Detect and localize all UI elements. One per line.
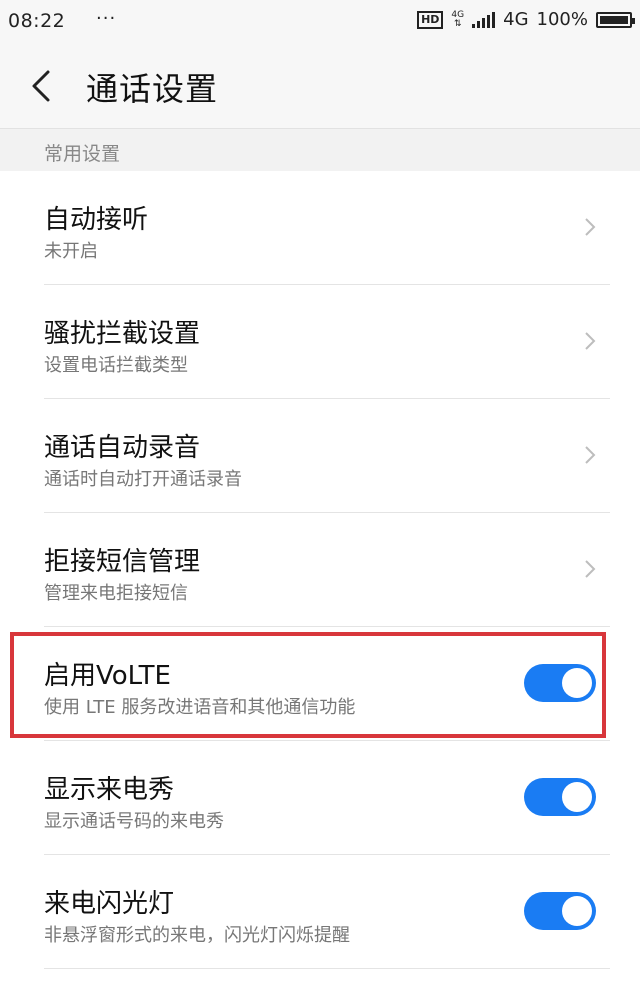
status-time: 08:22 <box>8 10 66 32</box>
setting-title: 自动接听 <box>44 205 149 235</box>
section-label: 常用设置 <box>44 143 121 165</box>
setting-title: 启用VoLTE <box>44 661 171 691</box>
page-title: 通话设置 <box>86 70 219 108</box>
setting-row-caller-show: 显示来电秀 显示通话号码的来电秀 <box>0 741 640 855</box>
chevron-right-icon <box>585 446 596 464</box>
toggle-knob <box>562 782 592 812</box>
setting-row-auto-answer[interactable]: 自动接听 未开启 <box>0 171 640 285</box>
flash-alert-toggle[interactable] <box>524 892 596 930</box>
status-bar: 08:22 ··· HD 4G ⇅ 4G 100% <box>0 0 640 44</box>
data-arrows-icon: ⇅ <box>454 18 462 29</box>
chevron-right-icon <box>585 218 596 236</box>
caller-show-toggle[interactable] <box>524 778 596 816</box>
chevron-right-icon <box>585 332 596 350</box>
toggle-knob <box>562 668 592 698</box>
setting-subtitle: 通话时自动打开通话录音 <box>44 469 242 490</box>
setting-subtitle: 非悬浮窗形式的来电，闪光灯闪烁提醒 <box>44 925 350 946</box>
setting-title: 骚扰拦截设置 <box>44 319 201 349</box>
setting-row-harassment-block[interactable]: 骚扰拦截设置 设置电话拦截类型 <box>0 285 640 399</box>
setting-subtitle: 未开启 <box>44 241 98 262</box>
setting-subtitle: 管理来电拒接短信 <box>44 583 188 604</box>
network-small-icon: 4G ⇅ <box>451 10 464 29</box>
signal-icon <box>472 11 496 28</box>
setting-row-reject-sms[interactable]: 拒接短信管理 管理来电拒接短信 <box>0 513 640 627</box>
setting-subtitle: 设置电话拦截类型 <box>44 355 188 376</box>
setting-subtitle: 显示通话号码的来电秀 <box>44 811 224 832</box>
setting-title: 显示来电秀 <box>44 775 175 805</box>
setting-row-volte: 启用VoLTE 使用 LTE 服务改进语音和其他通信功能 <box>0 627 640 741</box>
hd-icon: HD <box>417 10 444 29</box>
call-settings-screen: 08:22 ··· HD 4G ⇅ 4G 100% 通话设置 常用设置 自动接听… <box>0 0 640 988</box>
setting-title: 来电闪光灯 <box>44 889 175 919</box>
battery-icon <box>596 11 635 28</box>
volte-toggle[interactable] <box>524 664 596 702</box>
setting-row-flash-alert: 来电闪光灯 非悬浮窗形式的来电，闪光灯闪烁提醒 <box>0 855 640 969</box>
app-header: 通话设置 <box>0 44 640 129</box>
status-icons: HD 4G ⇅ 4G 100% <box>417 9 635 30</box>
notification-dots-icon: ··· <box>96 8 117 29</box>
setting-title: 拒接短信管理 <box>44 547 201 577</box>
setting-title: 通话自动录音 <box>44 433 201 463</box>
chevron-right-icon <box>585 560 596 578</box>
setting-row-auto-record[interactable]: 通话自动录音 通话时自动打开通话录音 <box>0 399 640 513</box>
back-arrow-icon[interactable] <box>26 66 62 106</box>
setting-subtitle: 使用 LTE 服务改进语音和其他通信功能 <box>44 697 356 718</box>
divider <box>44 968 610 969</box>
toggle-knob <box>562 896 592 926</box>
battery-percent: 100% <box>536 9 588 30</box>
battery-fill <box>600 15 628 24</box>
network-label: 4G <box>503 9 529 30</box>
section-header: 常用设置 <box>0 129 640 171</box>
